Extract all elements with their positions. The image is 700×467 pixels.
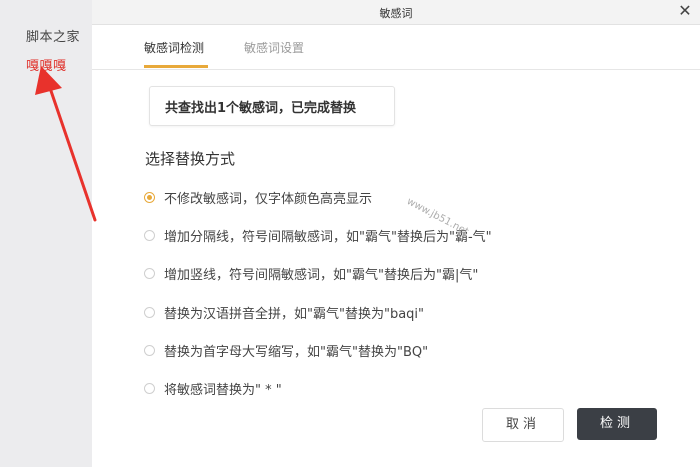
option-label: 增加竖线，符号间隔敏感词，如"霸气"替换后为"霸|气" [164, 268, 479, 283]
radio-unchecked-icon[interactable] [144, 345, 155, 356]
document-highlighted-text: 嘎嘎嘎 [26, 59, 67, 74]
dialog-title: 敏感词 [379, 7, 413, 20]
background-document: 脚本之家 嘎嘎嘎 [0, 0, 92, 467]
radio-unchecked-icon[interactable] [144, 383, 155, 394]
cancel-button[interactable]: 取消 [482, 408, 564, 442]
dialog-titlebar: 敏感词 ✕ [92, 0, 700, 25]
document-text-line: 脚本之家 [26, 30, 81, 45]
radio-unchecked-icon[interactable] [144, 230, 155, 241]
option-label: 将敏感词替换为" * " [164, 383, 282, 398]
close-icon[interactable]: ✕ [676, 1, 694, 21]
radio-checked-icon[interactable] [144, 192, 155, 203]
option-label: 替换为汉语拼音全拼，如"霸气"替换为"baqi" [164, 307, 425, 322]
radio-unchecked-icon[interactable] [144, 268, 155, 279]
tab-settings[interactable]: 敏感词设置 [244, 39, 304, 56]
option-label: 增加分隔线，符号间隔敏感词，如"霸气"替换后为"霸-气" [164, 230, 492, 245]
detect-button[interactable]: 检测 [577, 408, 657, 440]
tab-detection[interactable]: 敏感词检测 [144, 39, 204, 56]
radio-unchecked-icon[interactable] [144, 307, 155, 318]
sensitive-word-dialog: 敏感词 ✕ 敏感词检测 敏感词设置 共查找出1个敏感词，已完成替换 选择替换方式… [92, 0, 700, 467]
active-tab-indicator [144, 65, 208, 68]
tab-bar: 敏感词检测 敏感词设置 [92, 25, 700, 70]
result-message: 共查找出1个敏感词，已完成替换 [165, 101, 357, 116]
option-label: 不修改敏感词，仅字体颜色高亮显示 [164, 192, 373, 207]
section-title: 选择替换方式 [145, 150, 236, 168]
result-box: 共查找出1个敏感词，已完成替换 [149, 86, 395, 126]
option-label: 替换为首字母大写缩写，如"霸气"替换为"BQ" [164, 345, 429, 360]
